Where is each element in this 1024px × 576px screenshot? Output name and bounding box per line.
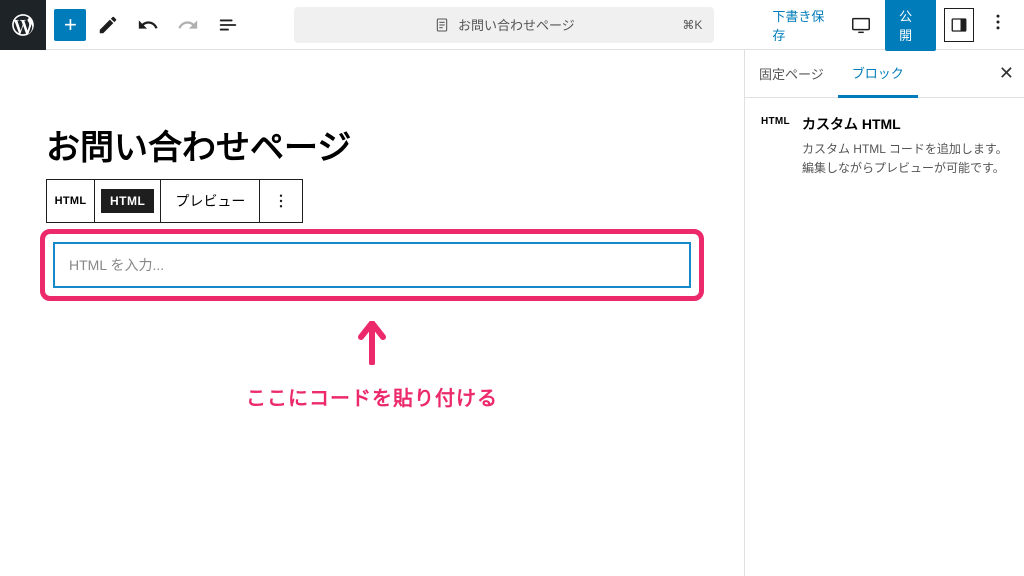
- block-title: カスタム HTML: [802, 114, 1008, 134]
- page-icon: [434, 17, 450, 33]
- html-mode-button[interactable]: HTML: [95, 180, 161, 222]
- undo-button[interactable]: [130, 7, 166, 43]
- document-title-text: お問い合わせページ: [458, 15, 575, 34]
- wordpress-icon: [10, 12, 36, 38]
- block-type-button[interactable]: HTML: [47, 180, 95, 222]
- annotation-arrow: [40, 321, 704, 370]
- sidebar-icon: [950, 16, 968, 34]
- preview-mode-button[interactable]: プレビュー: [161, 180, 260, 222]
- pencil-icon: [97, 14, 119, 36]
- document-title-bar[interactable]: お問い合わせページ ⌘K: [294, 7, 714, 43]
- desktop-icon: [850, 14, 872, 36]
- page-title[interactable]: お問い合わせページ: [46, 120, 704, 169]
- list-icon: [217, 14, 239, 36]
- document-overview-button[interactable]: [210, 7, 246, 43]
- settings-sidebar-toggle[interactable]: [944, 8, 974, 42]
- tab-block[interactable]: ブロック: [838, 51, 918, 98]
- block-toolbar: HTML HTML プレビュー: [46, 179, 303, 223]
- wordpress-logo[interactable]: [0, 0, 46, 50]
- save-draft-button[interactable]: 下書き保存: [764, 0, 837, 50]
- more-vertical-icon: [988, 12, 1008, 32]
- close-sidebar-button[interactable]: ✕: [999, 63, 1014, 84]
- redo-button[interactable]: [170, 7, 206, 43]
- redo-icon: [177, 14, 199, 36]
- html-textarea[interactable]: HTML を入力...: [53, 242, 691, 288]
- block-more-button[interactable]: [260, 180, 302, 222]
- shortcut-label: ⌘K: [682, 18, 702, 32]
- publish-button[interactable]: 公開: [885, 0, 936, 51]
- more-vertical-icon: [272, 192, 290, 210]
- highlight-callout: HTML を入力...: [40, 229, 704, 301]
- block-description: カスタム HTML コードを追加します。編集しながらプレビューが可能です。: [802, 140, 1008, 178]
- edit-tool-button[interactable]: [90, 7, 126, 43]
- undo-icon: [137, 14, 159, 36]
- tab-page[interactable]: 固定ページ: [745, 50, 838, 97]
- add-block-button[interactable]: +: [54, 9, 86, 41]
- html-block-icon: HTML: [761, 114, 790, 127]
- more-options-button[interactable]: [982, 12, 1014, 37]
- html-placeholder: HTML を入力...: [69, 255, 164, 275]
- preview-device-button[interactable]: [845, 7, 877, 43]
- annotation-text: ここにコードを貼り付ける: [40, 382, 704, 411]
